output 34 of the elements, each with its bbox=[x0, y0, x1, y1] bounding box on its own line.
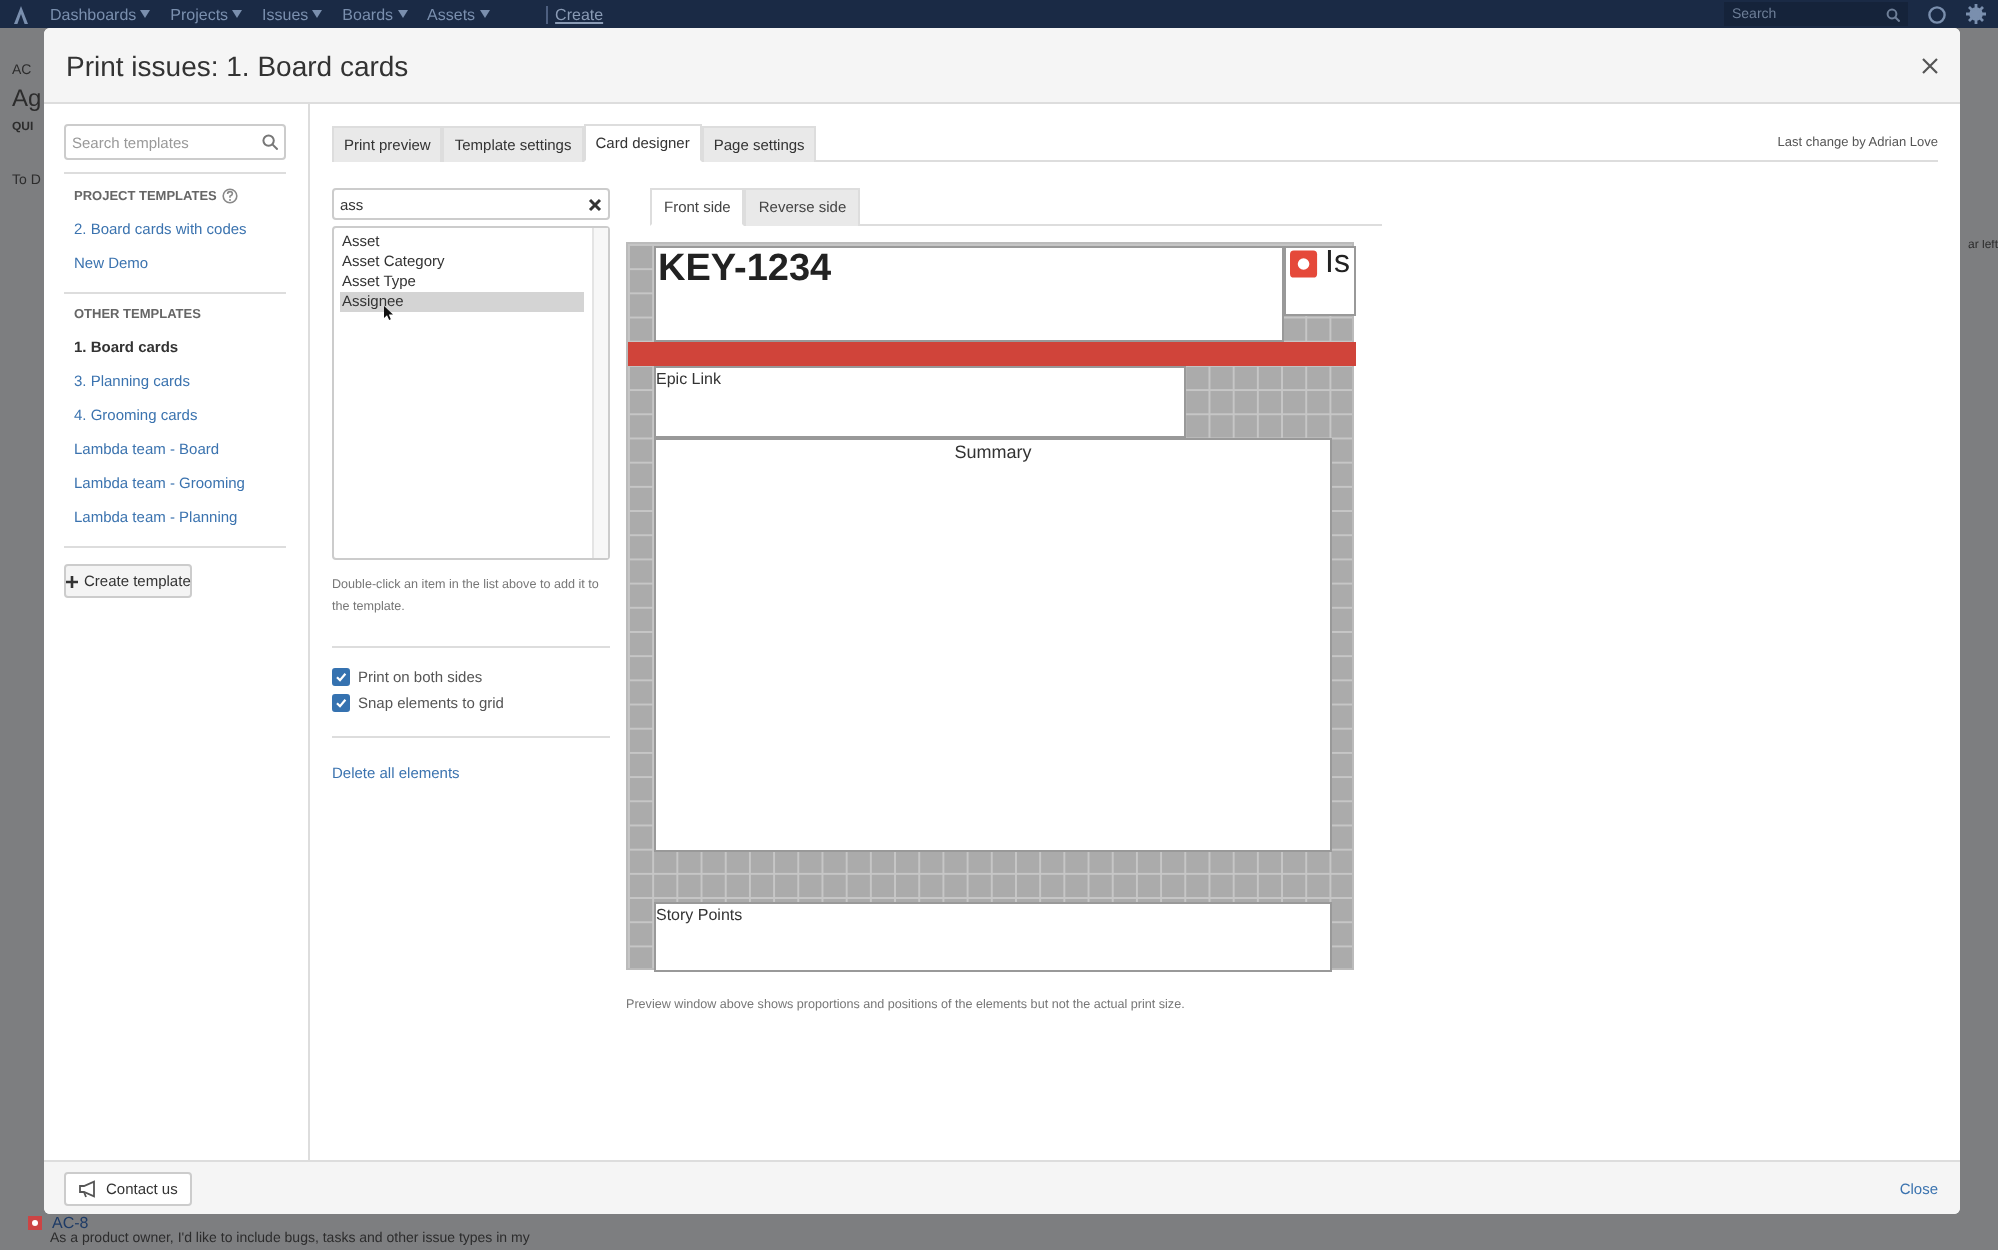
caret-icon bbox=[140, 10, 151, 18]
caret-icon bbox=[397, 10, 408, 18]
board-title: Ag bbox=[12, 82, 42, 116]
search-icon bbox=[262, 134, 278, 150]
issue-type-icon bbox=[1290, 250, 1318, 278]
checkbox[interactable] bbox=[332, 668, 350, 686]
logo-icon bbox=[12, 4, 30, 24]
nav-menu[interactable]: Dashboards bbox=[50, 5, 151, 23]
checkbox[interactable] bbox=[332, 694, 350, 712]
field-element[interactable]: Story Points bbox=[654, 902, 1332, 972]
color-bar[interactable] bbox=[628, 342, 1356, 366]
nav-menu[interactable]: Assets bbox=[427, 5, 490, 23]
caret-icon bbox=[312, 10, 323, 18]
issue-type-element[interactable]: Is bbox=[1284, 246, 1356, 316]
help-icon bbox=[1928, 5, 1946, 23]
nav-menu[interactable]: Issues bbox=[262, 5, 323, 23]
cursor-icon bbox=[384, 306, 394, 320]
megaphone-icon bbox=[78, 1179, 98, 1197]
close-icon bbox=[1922, 57, 1938, 73]
settings-icon bbox=[1966, 4, 1986, 24]
create-button[interactable]: Create bbox=[545, 5, 604, 23]
caret-icon bbox=[479, 10, 490, 18]
search-icon bbox=[1886, 7, 1900, 21]
caret-icon bbox=[232, 10, 243, 18]
nav-menu[interactable]: Boards bbox=[342, 5, 408, 23]
plus-icon bbox=[66, 575, 78, 587]
summary-element[interactable]: Summary bbox=[654, 438, 1332, 852]
key-element[interactable]: KEY-1234 bbox=[654, 246, 1284, 342]
dialog-title: Print issues: 1. Board cards bbox=[66, 49, 409, 81]
clear-icon bbox=[588, 197, 602, 211]
nav-menu[interactable]: Projects bbox=[170, 5, 243, 23]
scrollbar-track[interactable] bbox=[592, 228, 608, 558]
field-element[interactable]: Epic Link bbox=[654, 366, 1186, 438]
bug-icon bbox=[28, 1216, 42, 1230]
